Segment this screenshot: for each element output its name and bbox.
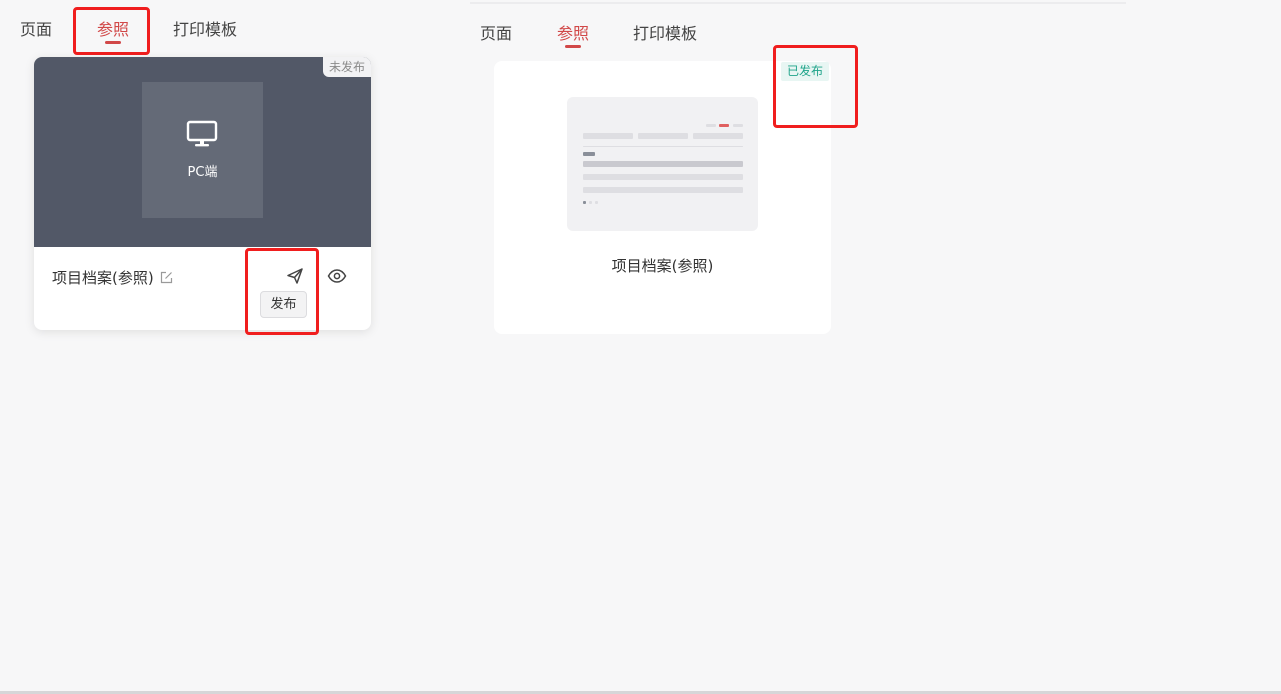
thumb-divider [583,146,743,147]
thumb-bar [706,124,716,127]
annotation-box-publish [245,248,319,335]
tab-print-template[interactable]: 打印模板 [633,20,697,44]
card-title-row: 项目档案(参照) [52,267,173,288]
edit-icon[interactable] [160,271,173,284]
eye-icon[interactable] [327,267,347,285]
thumb-bar [595,201,598,204]
reference-card-unpublished[interactable]: PC端 未发布 项目档案(参照) 发布 [34,57,371,330]
thumb-bar [733,124,743,127]
tab-page[interactable]: 页面 [20,16,52,40]
thumb-bar [638,133,688,139]
platform-tile: PC端 [142,82,263,218]
thumb-bar [583,133,633,139]
tab-print-template[interactable]: 打印模板 [173,16,237,40]
thumb-bar [583,161,743,167]
screen: 页面 参照 打印模板 PC端 未发布 项目档案(参照) 发布 页面 参照 打印模… [0,0,1281,694]
platform-label: PC端 [187,165,218,180]
thumb-bar [583,152,595,156]
card-title: 项目档案(参照) [52,269,154,287]
tab-active-indicator [565,45,581,48]
page-thumbnail [567,97,758,231]
thumb-bar [693,133,743,139]
card-title: 项目档案(参照) [611,257,714,275]
card-preview: PC端 未发布 [34,57,371,247]
thumb-bar [583,174,743,180]
tab-page[interactable]: 页面 [480,20,512,44]
thumb-bar [589,201,592,204]
thumb-bar [583,201,586,204]
thumb-bar [719,124,729,127]
thumb-bar [583,187,743,193]
annotation-box-status [773,45,858,128]
top-divider [470,2,1126,4]
monitor-icon [186,120,218,147]
tab-reference[interactable]: 参照 [557,20,589,44]
annotation-box-tab [73,7,150,55]
status-badge-unpublished: 未发布 [322,57,371,77]
